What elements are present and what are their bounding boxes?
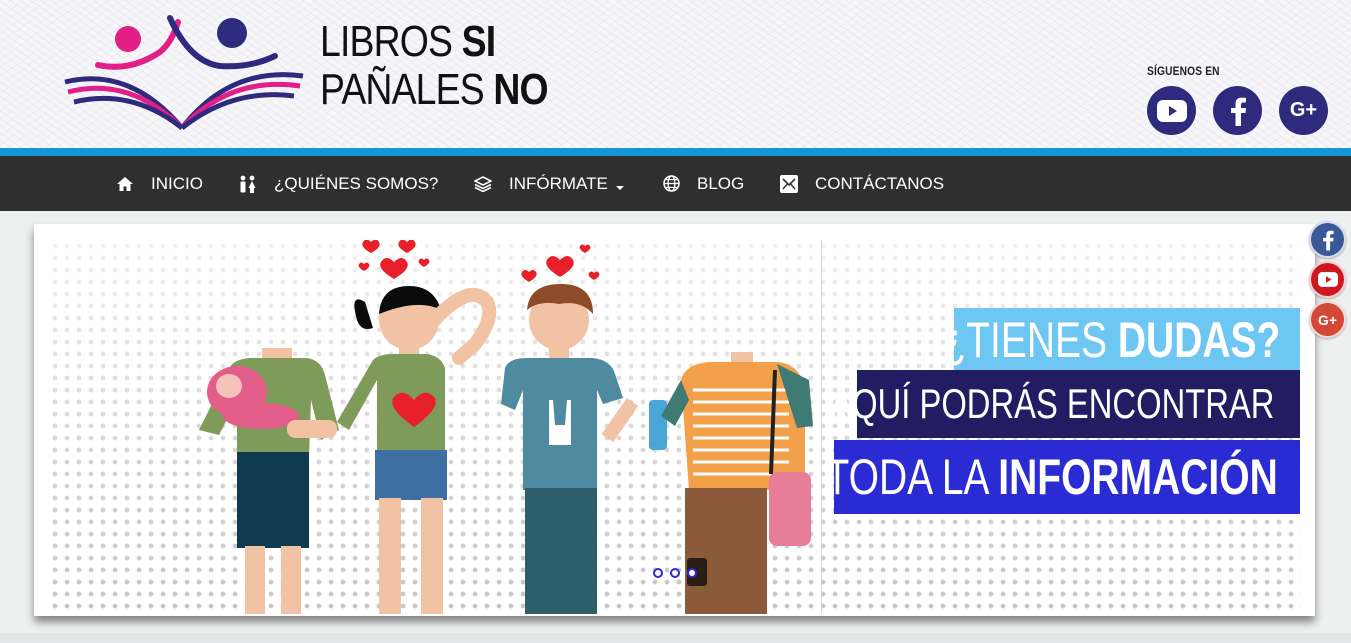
youtube-icon — [1317, 272, 1338, 287]
facebook-icon — [1322, 230, 1334, 250]
slide-line2: AQUÍ PODRÁS ENCONTRAR — [829, 380, 1274, 427]
nav-label-contactanos: CONTÁCTANOS — [815, 173, 945, 193]
header-google-plus-button[interactable]: G+ — [1279, 86, 1328, 135]
slide-banner-line1: ¿TIENES DUDAS? — [942, 308, 1300, 372]
main-nav: INICIO ¿QUIÉNES SOMOS? INFÓRMATE BLOG CO… — [0, 156, 1351, 211]
people-icon — [237, 175, 259, 193]
nav-label-blog: BLOG — [697, 173, 745, 193]
site-header: LIBROS SI PAÑALES NO SÍGUENOS EN G+ — [0, 0, 1351, 148]
facebook-icon — [1230, 97, 1246, 126]
page-bottom-strip — [0, 633, 1351, 643]
follow-us-label: SÍGUENOS EN — [1147, 64, 1220, 78]
home-icon — [114, 175, 136, 193]
brand-line1-thin: LIBROS — [320, 17, 453, 66]
google-plus-icon: G+ — [1317, 311, 1338, 328]
illustration-teens — [199, 240, 813, 614]
layers-icon — [472, 175, 494, 193]
globe-icon — [660, 175, 682, 193]
nav-label-informate: INFÓRMATE — [509, 173, 608, 193]
floating-youtube-button[interactable] — [1309, 261, 1346, 298]
nav-item-informate[interactable]: INFÓRMATE — [472, 156, 624, 211]
nav-item-quienes-somos[interactable]: ¿QUIÉNES SOMOS? — [237, 156, 438, 211]
slide-line3-thin: TODA LA — [825, 449, 988, 505]
nav-item-inicio[interactable]: INICIO — [114, 156, 203, 211]
header-facebook-button[interactable] — [1213, 86, 1262, 135]
header-youtube-button[interactable] — [1147, 86, 1196, 135]
nav-item-contactanos[interactable]: CONTÁCTANOS — [778, 156, 944, 211]
header-accent-strip — [0, 148, 1351, 156]
brand-line1-bold: SI — [461, 17, 496, 66]
envelope-icon — [778, 174, 800, 193]
brand-line2-bold: NO — [493, 65, 548, 114]
slide-line1-thin: ¿TIENES — [941, 312, 1107, 368]
youtube-icon — [1156, 99, 1187, 122]
slider-dot-1[interactable] — [653, 568, 663, 578]
brand-wordmark[interactable]: LIBROS SI PAÑALES NO — [320, 18, 588, 114]
nav-item-blog[interactable]: BLOG — [660, 156, 744, 211]
slide-line3-bold: INFORMACIÓN — [998, 449, 1278, 505]
hero-slide[interactable]: ¿TIENES DUDAS? AQUÍ PODRÁS ENCONTRAR TOD… — [49, 240, 1301, 614]
slider-dot-2[interactable] — [670, 568, 680, 578]
slide-banner-line3: TODA LA INFORMACIÓN — [826, 440, 1300, 514]
brand-line2-thin: PAÑALES — [320, 65, 485, 114]
floating-facebook-button[interactable] — [1309, 221, 1346, 258]
slider-pagination — [653, 568, 697, 578]
nav-label-inicio: INICIO — [151, 173, 203, 193]
chevron-down-icon — [615, 185, 624, 190]
slide-line1-bold: DUDAS? — [1117, 312, 1280, 368]
google-plus-icon: G+ — [1289, 99, 1318, 121]
slider-dot-3[interactable] — [687, 568, 697, 578]
floating-google-plus-button[interactable]: G+ — [1309, 301, 1346, 338]
site-logo[interactable] — [60, 10, 310, 135]
nav-label-quienes-somos: ¿QUIÉNES SOMOS? — [274, 173, 439, 193]
slide-banner-line2: AQUÍ PODRÁS ENCONTRAR — [830, 370, 1300, 438]
